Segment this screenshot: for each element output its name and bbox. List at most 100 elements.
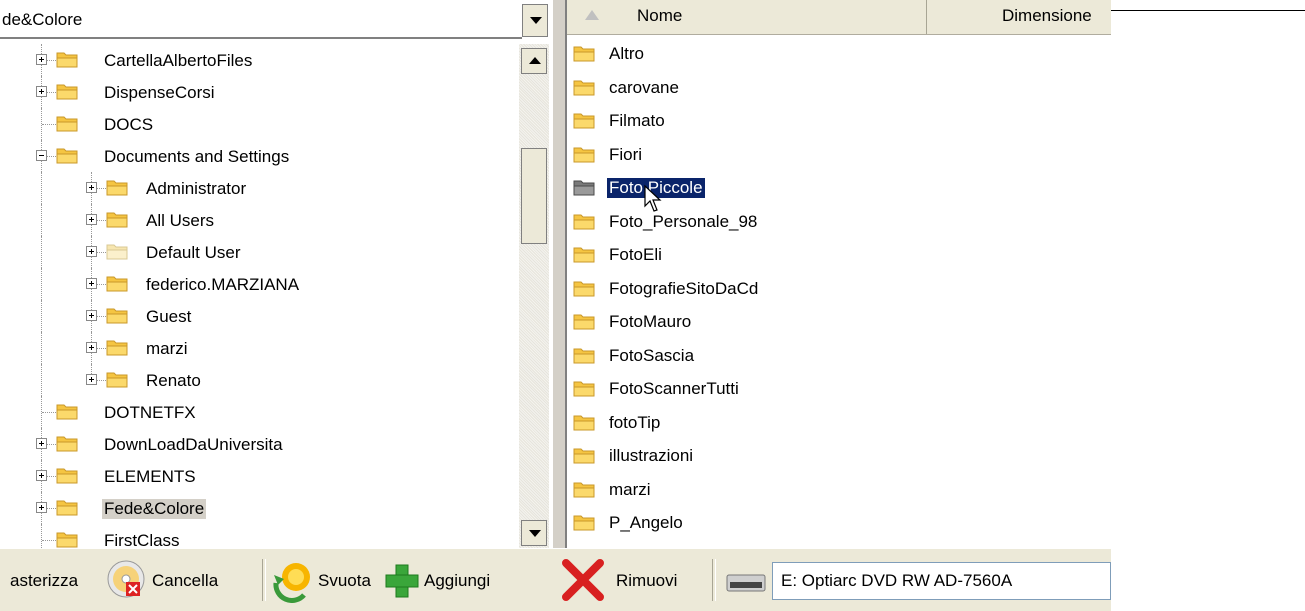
masterizza-button[interactable]: asterizza xyxy=(0,561,100,601)
tree-item-label: DispenseCorsi xyxy=(104,83,215,102)
tree-item[interactable]: Administrator xyxy=(0,172,512,204)
tree-item[interactable]: DispenseCorsi xyxy=(0,76,512,108)
expand-icon[interactable] xyxy=(36,470,47,481)
file-list-item[interactable]: FotoEli xyxy=(573,239,1093,272)
folder-icon xyxy=(106,274,128,292)
expand-icon[interactable] xyxy=(36,502,47,513)
tree-item[interactable]: Documents and Settings xyxy=(0,140,512,172)
toolbar-separator xyxy=(262,559,266,601)
tree-guide-line xyxy=(42,540,56,541)
collapse-icon[interactable] xyxy=(36,150,47,161)
file-name: Fiori xyxy=(609,144,643,164)
column-header-nome[interactable]: Nome xyxy=(567,0,927,34)
file-list-item[interactable]: carovane xyxy=(573,72,1093,105)
path-combobox[interactable]: de&Colore xyxy=(0,4,522,39)
tree-item[interactable]: FirstClass xyxy=(0,524,512,548)
folder-icon xyxy=(56,530,78,548)
tree-item-label: FirstClass xyxy=(104,531,180,548)
file-name: FotografieSitoDaCd xyxy=(609,278,759,298)
expand-icon[interactable] xyxy=(36,54,47,65)
pane-splitter[interactable] xyxy=(553,0,565,548)
tree-item[interactable]: federico.MARZIANA xyxy=(0,268,512,300)
file-list-item[interactable]: Altro xyxy=(573,38,1093,71)
tree-item[interactable]: Fede&Colore xyxy=(0,492,512,524)
folder-icon xyxy=(573,44,595,62)
folder-tree-panel: de&Colore CartellaAlbertoFiles DispenseCo… xyxy=(0,0,553,548)
tree-item-label: CartellaAlbertoFiles xyxy=(104,51,253,70)
path-value: de&Colore xyxy=(2,10,83,29)
tree-guide-line xyxy=(41,364,42,396)
file-name: fotoTip xyxy=(609,412,661,432)
file-list-item[interactable]: FotografieSitoDaCd xyxy=(573,273,1093,306)
file-list-item[interactable]: P_Angelo xyxy=(573,507,1093,540)
tree-item[interactable]: ELEMENTS xyxy=(0,460,512,492)
expand-icon[interactable] xyxy=(36,438,47,449)
expand-icon[interactable] xyxy=(86,182,97,193)
folder-icon xyxy=(573,78,595,96)
tree-item[interactable]: DownLoadDaUniversita xyxy=(0,428,512,460)
tree-scrollbar[interactable] xyxy=(519,44,549,548)
expand-icon[interactable] xyxy=(86,246,97,257)
tree-guide-line xyxy=(42,412,56,413)
drive-select[interactable]: E: Optiarc DVD RW AD-7560A xyxy=(772,562,1111,600)
file-list-item[interactable]: illustrazioni xyxy=(573,440,1093,473)
file-list-item[interactable]: fotoTip xyxy=(573,407,1093,440)
tree-item[interactable]: Guest xyxy=(0,300,512,332)
file-list-item[interactable]: Foto Piccole xyxy=(573,172,1093,212)
folder-icon xyxy=(573,312,595,330)
folder-icon xyxy=(573,379,595,397)
disc-erase-icon xyxy=(107,560,145,598)
tree-item-label: DOCS xyxy=(104,115,154,134)
top-rule xyxy=(1110,10,1305,11)
file-name: Foto_Personale_98 xyxy=(609,211,758,231)
tree-guide-line xyxy=(41,524,42,548)
svuota-button[interactable]: Svuota xyxy=(270,561,380,603)
scroll-up-button[interactable] xyxy=(521,48,547,74)
file-list-item[interactable]: Filmato xyxy=(573,105,1093,138)
file-list-item[interactable]: FotoMauro xyxy=(573,306,1093,339)
folder-icon xyxy=(106,210,128,228)
folder-icon xyxy=(573,111,595,129)
expand-icon[interactable] xyxy=(86,342,97,353)
file-list-item[interactable]: FotoSascia xyxy=(573,340,1093,373)
column-header-dimensione[interactable]: Dimensione xyxy=(927,0,1111,34)
folder-icon xyxy=(573,145,595,163)
rimuovi-button[interactable]: Rimuovi xyxy=(560,559,700,601)
file-list-item[interactable]: Fiori xyxy=(573,139,1093,172)
folder-icon xyxy=(56,434,78,452)
tree-item-label: Renato xyxy=(146,371,201,390)
folder-icon xyxy=(106,338,128,356)
tree-item[interactable]: Renato xyxy=(0,364,512,396)
tree-item[interactable]: DOTNETFX xyxy=(0,396,512,428)
tree-item[interactable]: All Users xyxy=(0,204,512,236)
file-name: P_Angelo xyxy=(609,513,683,532)
scroll-down-button[interactable] xyxy=(521,520,547,546)
expand-icon[interactable] xyxy=(86,310,97,321)
drive-icon xyxy=(726,574,766,592)
expand-icon[interactable] xyxy=(86,374,97,385)
path-dropdown-button[interactable] xyxy=(522,4,548,37)
tree-item[interactable]: CartellaAlbertoFiles xyxy=(0,44,512,76)
file-list-item[interactable]: marzi xyxy=(573,474,1093,507)
file-name: FotoScannerTutti xyxy=(609,379,739,398)
expand-icon[interactable] xyxy=(86,278,97,289)
aggiungi-button[interactable]: Aggiungi xyxy=(382,561,552,601)
tree-item[interactable]: Default User xyxy=(0,236,512,268)
tree-guide-line xyxy=(41,236,42,268)
tree-item[interactable]: marzi xyxy=(0,332,512,364)
cancella-button[interactable]: Cancella xyxy=(104,560,254,601)
expand-icon[interactable] xyxy=(36,86,47,97)
tree-guide-line xyxy=(41,172,42,204)
file-list-item[interactable]: Foto_Personale_98 xyxy=(573,206,1093,239)
file-name: FotoSascia xyxy=(609,345,695,365)
folder-icon xyxy=(106,370,128,388)
scroll-thumb[interactable] xyxy=(521,148,547,244)
arrow-down-icon xyxy=(529,530,541,537)
folder-icon xyxy=(56,50,78,68)
tree-guide-line xyxy=(42,124,56,125)
expand-icon[interactable] xyxy=(86,214,97,225)
tree-item[interactable]: DOCS xyxy=(0,108,512,140)
file-list-item[interactable]: FotoScannerTutti xyxy=(573,373,1093,406)
folder-icon xyxy=(573,279,595,297)
tree-guide-line xyxy=(41,300,42,332)
